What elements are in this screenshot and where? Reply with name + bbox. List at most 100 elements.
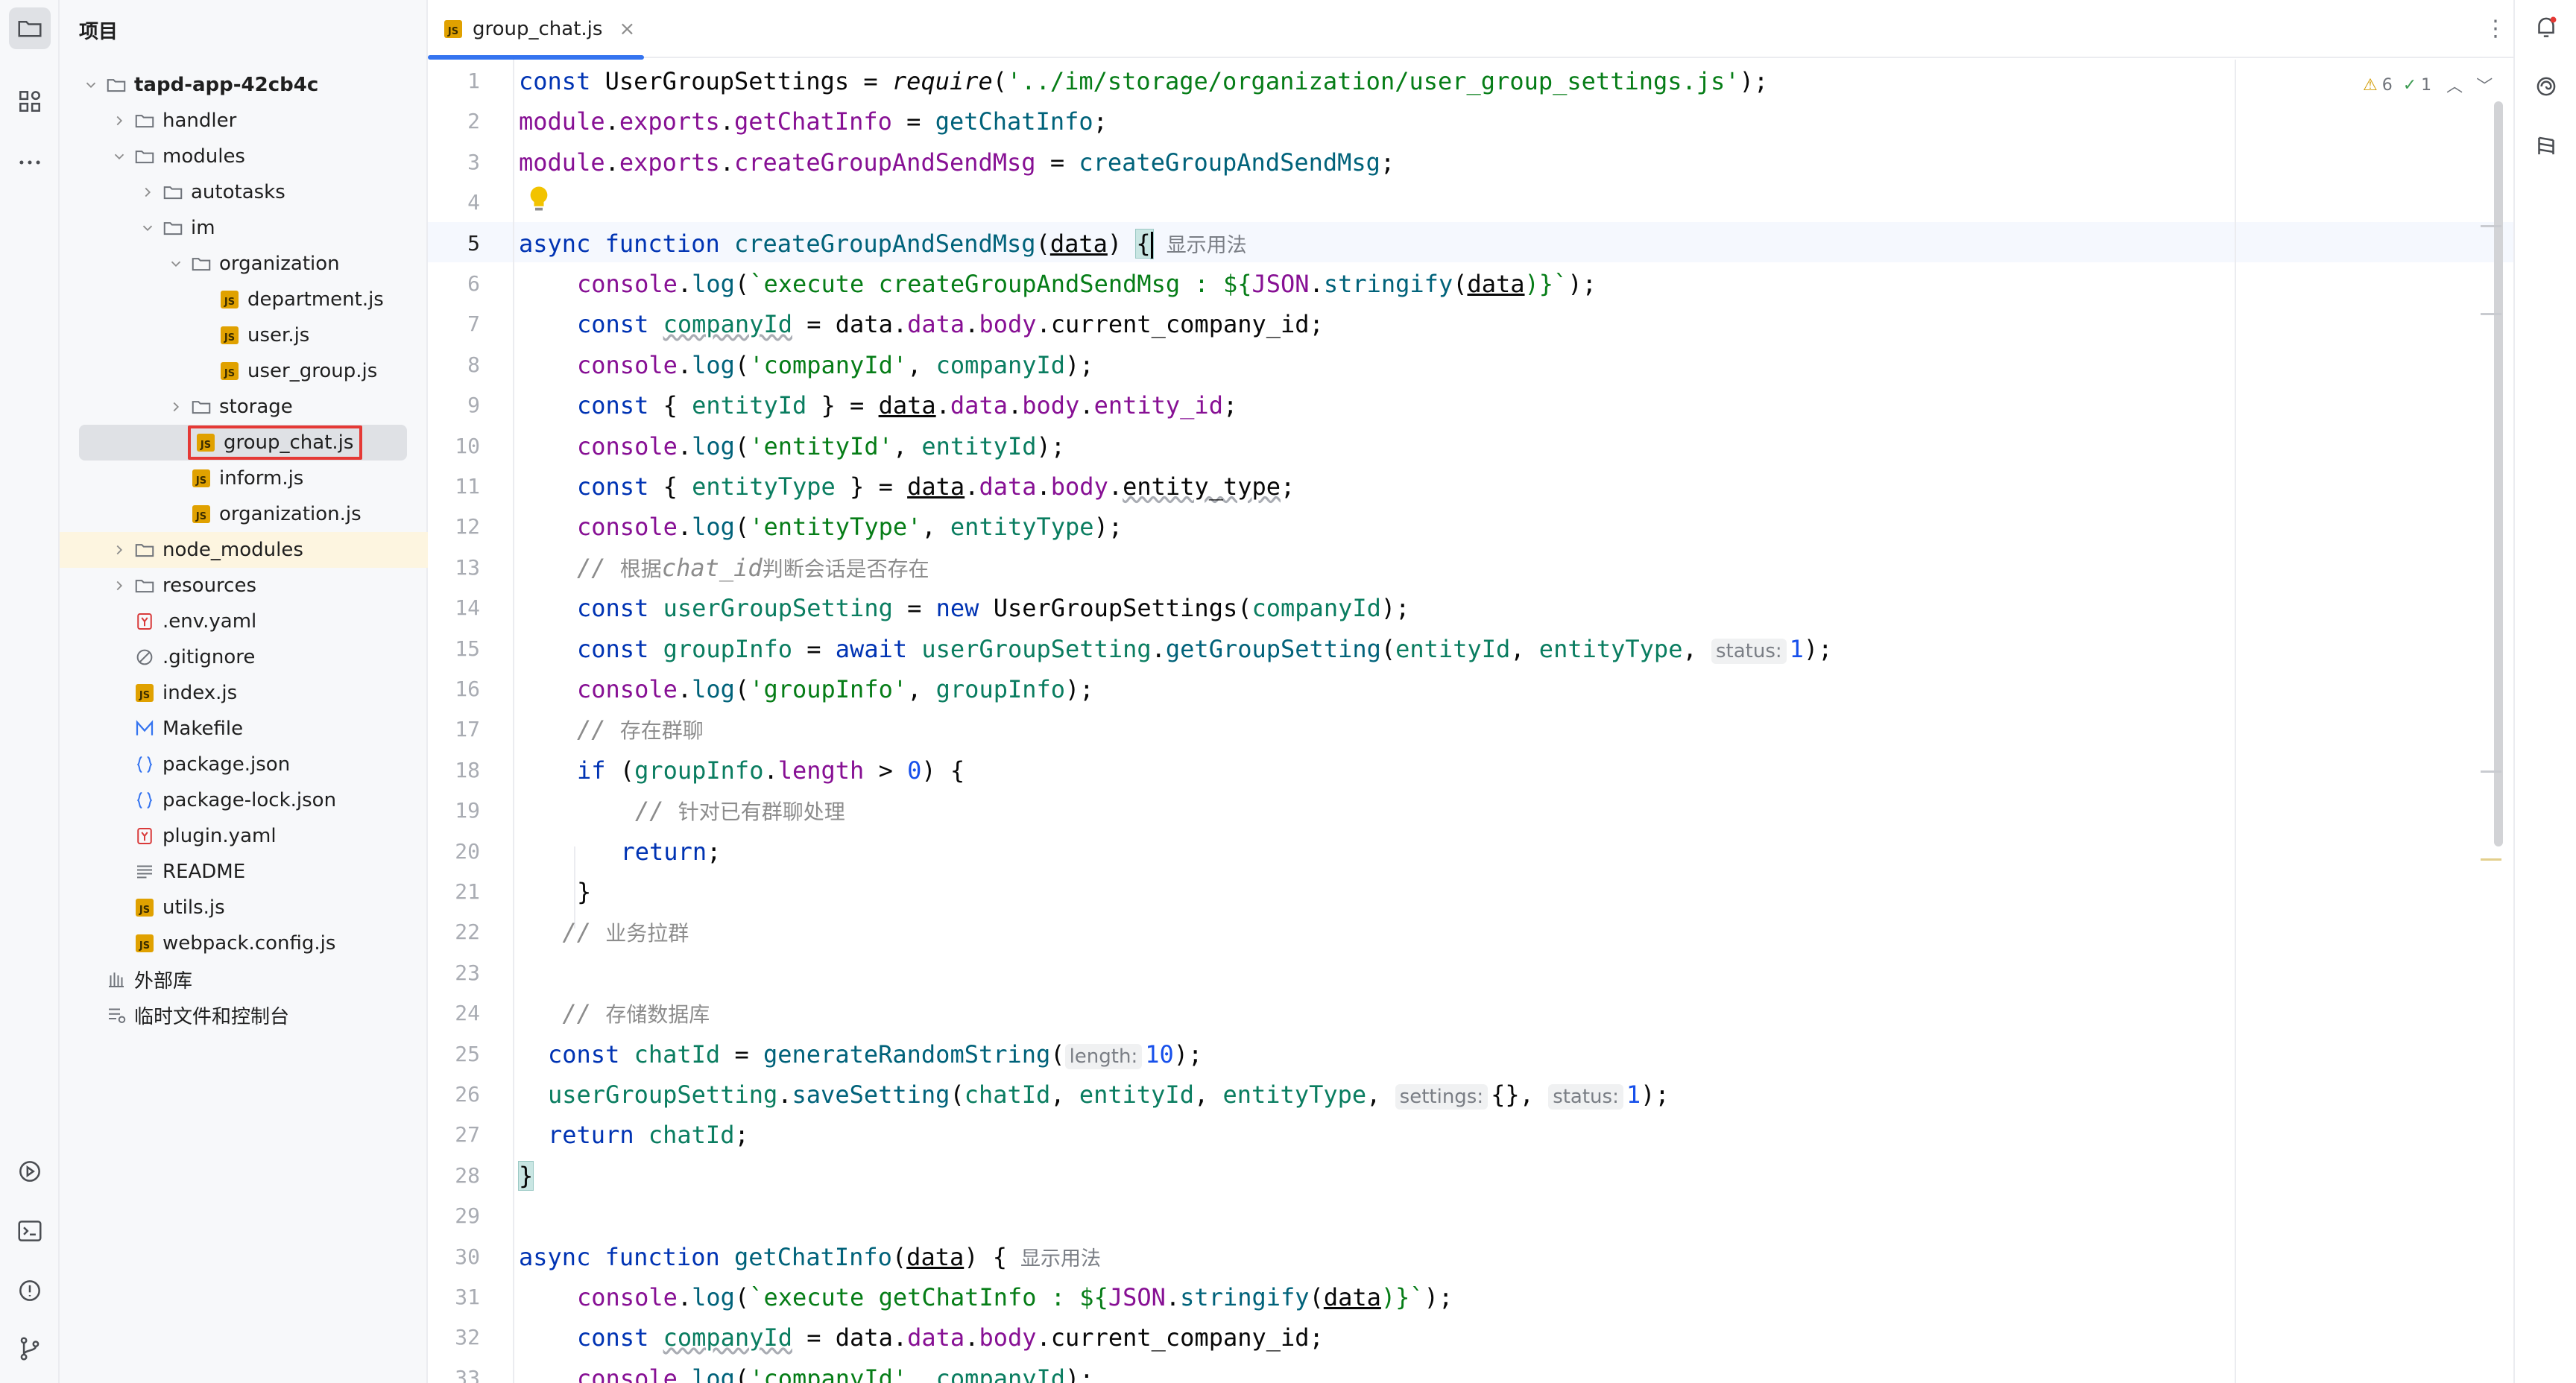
vertical-scrollbar[interactable]: [2494, 101, 2503, 846]
tree-item-autotasks[interactable]: autotasks: [60, 174, 428, 210]
text-icon: [131, 858, 158, 885]
problems-tool-button[interactable]: [9, 1270, 51, 1311]
code-line-32: const companyId = data.data.body.current…: [577, 1323, 1324, 1352]
chevron-down-icon[interactable]: [107, 145, 131, 168]
code-line-5: async function createGroupAndSendMsg(dat…: [519, 228, 1247, 259]
tree-item-label: node_modules: [162, 539, 303, 561]
close-icon[interactable]: ×: [619, 18, 635, 40]
git-tool-button[interactable]: [9, 1328, 51, 1370]
tree-item-item-26[interactable]: 临时文件和控制台: [60, 997, 428, 1033]
notifications-button[interactable]: [2530, 10, 2563, 43]
js-file-icon: JS: [188, 501, 215, 528]
js-file-icon: JS: [131, 894, 158, 921]
chevron-up-icon[interactable]: ︿: [2446, 73, 2463, 97]
structure-tool-button[interactable]: [9, 80, 51, 122]
ai-assistant-icon: [2536, 77, 2556, 96]
tree-item-plugin-yaml[interactable]: plugin.yaml: [60, 818, 428, 854]
code-line-14: const userGroupSetting = new UserGroupSe…: [577, 594, 1410, 623]
code-line-3: module.exports.createGroupAndSendMsg = c…: [519, 148, 1395, 177]
tab-label: group_chat.js: [473, 18, 603, 40]
tree-item-utils-js[interactable]: JS utils.js: [60, 890, 428, 925]
tree-item-label: department.js: [247, 288, 384, 311]
database-button[interactable]: [2530, 130, 2563, 162]
code-line-16: console.log('groupInfo', groupInfo);: [577, 675, 1094, 703]
tree-item-im[interactable]: im: [60, 210, 428, 246]
line-number: 22: [455, 920, 480, 945]
js-file-icon: JS: [216, 286, 243, 313]
make-icon: [131, 715, 158, 742]
tree-item-node-modules[interactable]: node_modules: [60, 532, 428, 568]
chevron-down-icon[interactable]: [136, 216, 160, 240]
scroll-marker: [2481, 225, 2501, 227]
tree-item-package-json[interactable]: package.json: [60, 747, 428, 782]
tree-item-makefile[interactable]: Makefile: [60, 711, 428, 747]
js-file-icon: JS: [131, 930, 158, 957]
tree-item-storage[interactable]: storage: [60, 389, 428, 425]
code-editor[interactable]: ⚠ 6 ✓ 1 ︿ ﹀ 1 2 3 4 5 6 7 8 9 10 11 12 13 14 15 16 17 18 1…: [428, 60, 2513, 1383]
lib-icon: [103, 966, 130, 993]
tree-item-modules[interactable]: modules: [60, 139, 428, 174]
project-tool-button[interactable]: [9, 7, 51, 49]
tab-group-chat-js[interactable]: JS group_chat.js ×: [428, 0, 644, 60]
lightbulb-icon[interactable]: [528, 185, 550, 215]
tree-item-department-js[interactable]: JS department.js: [60, 282, 428, 317]
line-number: 4: [467, 190, 480, 215]
tree-item-handler[interactable]: handler: [60, 103, 428, 139]
tree-item-readme[interactable]: README: [60, 854, 428, 890]
terminal-tool-button[interactable]: [9, 1210, 51, 1252]
ai-assistant-button[interactable]: [2530, 70, 2563, 103]
param-hint: status:: [1711, 638, 1787, 664]
tree-item-webpack-config-js[interactable]: JS webpack.config.js: [60, 925, 428, 961]
chevron-down-icon[interactable]: [164, 252, 188, 276]
tree-item-group-chat-js[interactable]: JS group_chat.js: [79, 425, 407, 461]
tree-item-label: index.js: [162, 682, 238, 704]
database-icon: [2538, 136, 2554, 155]
show-usages-link[interactable]: 显示用法: [1167, 234, 1247, 257]
line-number: 5: [467, 230, 480, 256]
code-line-30: async function getChatInfo(data) {显示用法: [519, 1242, 1102, 1271]
tree-item-gitignore[interactable]: .gitignore: [60, 639, 428, 675]
chevron-right-icon[interactable]: [164, 395, 188, 419]
tree-item-package-lock-json[interactable]: package-lock.json: [60, 782, 428, 818]
tree-item-organization-js[interactable]: JS organization.js: [60, 496, 428, 532]
tree-item-resources[interactable]: resources: [60, 568, 428, 604]
code-line-12: console.log('entityType', entityType);: [577, 513, 1123, 542]
tree-item-label: 临时文件和控制台: [134, 1005, 290, 1028]
folder-icon: [103, 72, 130, 98]
js-file-icon: JS: [216, 322, 243, 349]
js-file-icon: JS: [444, 20, 462, 38]
chevron-right-icon[interactable]: [107, 538, 131, 562]
tree-item-user-group-js[interactable]: JS user_group.js: [60, 353, 428, 389]
chevron-down-icon[interactable]: [79, 73, 103, 97]
chevron-right-icon[interactable]: [107, 109, 131, 133]
tab-more-menu-button[interactable]: ⋮: [2481, 13, 2510, 43]
ok-count: 1: [2421, 75, 2432, 95]
line-number: 24: [455, 1001, 480, 1026]
tree-item-inform-js[interactable]: JS inform.js: [60, 461, 428, 496]
tree-item-organization[interactable]: organization: [60, 246, 428, 282]
code-line-10: console.log('entityId', entityId);: [577, 431, 1066, 461]
line-number: 31: [455, 1285, 480, 1309]
tree-item-user-js[interactable]: JS user.js: [60, 317, 428, 353]
chevron-right-icon[interactable]: [136, 180, 160, 204]
services-tool-button[interactable]: [9, 1151, 51, 1192]
chevron-down-icon[interactable]: ﹀: [2476, 73, 2493, 97]
folder-icon: [131, 537, 158, 563]
inspection-widget[interactable]: ⚠ 6 ✓ 1 ︿ ﹀: [2363, 72, 2493, 98]
tree-item-tapd-app-42cb4c[interactable]: tapd-app-42cb4c: [60, 67, 428, 103]
tree-item-index-js[interactable]: JS index.js: [60, 675, 428, 711]
more-tools-button[interactable]: [9, 142, 51, 183]
tree-item-item-25[interactable]: 外部库: [60, 961, 428, 997]
tree-item-label: README: [162, 861, 246, 883]
show-usages-link[interactable]: 显示用法: [1020, 1247, 1101, 1270]
tree-item-label: .env.yaml: [162, 610, 257, 633]
code-line-25: const chatId = generateRandomString(leng…: [548, 1039, 1203, 1069]
tree-item-env-yaml[interactable]: .env.yaml: [60, 604, 428, 639]
chevron-right-icon[interactable]: [107, 574, 131, 598]
code-line-6: console.log(`execute createGroupAndSendM…: [577, 270, 1597, 298]
tree-item-label: inform.js: [219, 467, 304, 490]
